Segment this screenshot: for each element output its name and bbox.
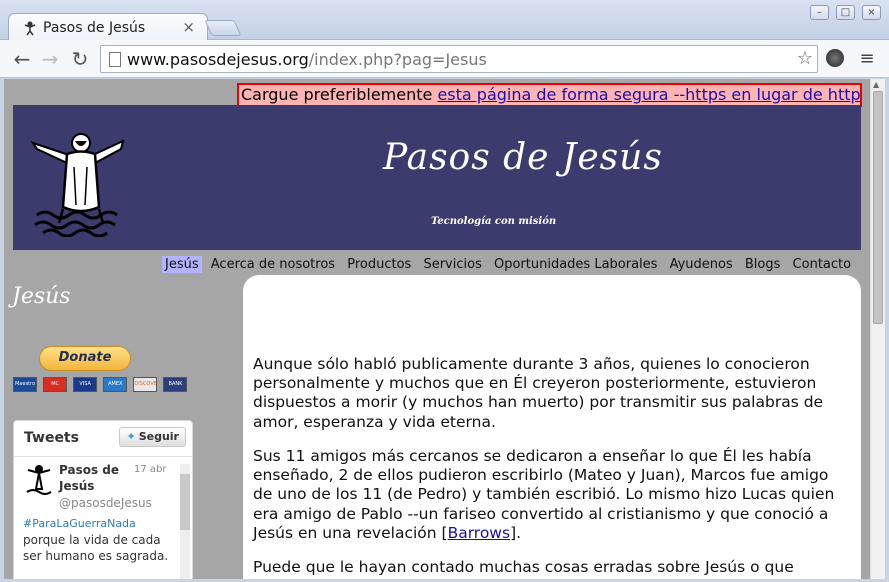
sidebar-title: Jesús (12, 284, 71, 309)
new-tab-button[interactable] (204, 20, 242, 36)
card-visa-icon: VISA (73, 377, 98, 392)
nav-item-jesus[interactable]: Jesús (162, 256, 202, 273)
forward-icon[interactable]: → (38, 47, 62, 71)
tweet-date[interactable]: 17 abr (134, 464, 167, 475)
tab-close-icon[interactable]: × (182, 18, 195, 36)
tweet-author-handle[interactable]: @pasosdeJesus (59, 496, 152, 510)
jesus-logo-icon (30, 133, 125, 237)
card-amex-icon: AMEX (103, 377, 128, 392)
paragraph-2-end: ]. (510, 523, 522, 542)
card-maestro-icon: Maestro (13, 377, 37, 392)
tweet-text: porque la vida de cada ser humano es sag… (23, 533, 169, 563)
tweet-hashtag[interactable]: #ParaLaGuerraNada (23, 517, 136, 530)
nav-item-acerca[interactable]: Acerca de nosotros (208, 256, 338, 273)
page-scrollbar-thumb[interactable] (873, 91, 883, 324)
tweet-author-name[interactable]: Pasos de Jesús (59, 462, 131, 494)
barrows-link[interactable]: Barrows (448, 524, 511, 542)
extension-icon[interactable] (826, 49, 844, 67)
tab-title: Pasos de Jesús (43, 20, 146, 36)
follow-button[interactable]: ✦ Seguir (119, 427, 186, 447)
card-discover-icon: DISCOVER (133, 377, 158, 392)
address-bar[interactable]: www.pasosdejesus.org/index.php?pag=Jesus… (100, 45, 818, 73)
back-icon[interactable]: ← (10, 47, 34, 71)
twitter-widget: Tweets ✦ Seguir Pasos de Jesús 17 abr @pa… (13, 420, 193, 579)
maximize-button[interactable]: □ (836, 5, 855, 20)
title-bar: Pasos de Jesús × – □ × (0, 0, 889, 41)
menu-icon[interactable]: ≡ (858, 48, 876, 69)
close-window-button[interactable]: × (862, 5, 881, 20)
url-path: /index.php?pag=Jesus (308, 50, 487, 69)
tweets-scrollbar[interactable] (180, 464, 190, 579)
nav-item-oportunidades[interactable]: Oportunidades Laborales (491, 256, 660, 273)
paragraph-2-text: Sus 11 amigos más cercanos se dedicaron … (253, 447, 835, 542)
donate-button[interactable]: Donate (39, 346, 131, 371)
twitter-bird-icon: ✦ (126, 430, 136, 443)
card-mastercard-icon: MC (43, 377, 68, 392)
scroll-up-icon[interactable]: ▲ (873, 80, 879, 89)
secure-notice-link[interactable]: esta página de forma segura --https en l… (437, 85, 860, 104)
nav-item-contacto[interactable]: Contacto (790, 256, 855, 273)
page-icon (109, 52, 121, 67)
tweets-header: Tweets (24, 430, 79, 446)
site-slogan: Tecnología con misión (431, 216, 557, 227)
main-content: Aunque sólo habló publicamente durante 3… (243, 275, 861, 579)
favicon-icon (24, 21, 36, 36)
tab-active[interactable]: Pasos de Jesús × (8, 13, 208, 41)
page-viewport: Cargue preferiblemente esta página de fo… (4, 79, 870, 579)
page-scrollbar[interactable]: ▲ (870, 79, 885, 579)
paragraph-1: Aunque sólo habló publicamente durante 3… (253, 355, 824, 431)
card-bank-icon: BANK (163, 377, 188, 392)
reload-icon[interactable]: ↻ (68, 47, 92, 71)
nav-item-ayudenos[interactable]: Ayudenos (667, 256, 736, 273)
follow-label: Seguir (138, 430, 179, 443)
minimize-button[interactable]: – (810, 5, 829, 20)
nav-item-servicios[interactable]: Servicios (420, 256, 484, 273)
bookmark-star-icon[interactable]: ☆ (797, 48, 813, 69)
site-title: Pasos de Jesús (383, 137, 663, 178)
nav-item-productos[interactable]: Productos (344, 256, 414, 273)
paragraph-3: Puede que le hayan contado muchas cosas … (253, 558, 794, 576)
main-nav: Jesús Acerca de nosotros Productos Servi… (162, 256, 856, 276)
url-text: www.pasosdejesus.org/index.php?pag=Jesus (127, 50, 487, 69)
avatar[interactable] (24, 463, 54, 495)
divider (14, 456, 192, 457)
paragraph-2: Sus 11 amigos más cercanos se dedicaron … (253, 447, 848, 543)
url-host: www.pasosdejesus.org (127, 50, 309, 69)
tweets-scrollbar-thumb[interactable] (180, 474, 190, 530)
secure-notice: Cargue preferiblemente esta página de fo… (237, 83, 862, 107)
payment-cards: Maestro MC VISA AMEX DISCOVER BANK (13, 377, 188, 393)
browser-toolbar: ← → ↻ www.pasosdejesus.org/index.php?pag… (0, 40, 889, 78)
nav-item-blogs[interactable]: Blogs (742, 256, 784, 273)
site-banner: Pasos de Jesús Tecnología con misión (13, 105, 861, 250)
secure-notice-text: Cargue preferiblemente (241, 85, 438, 104)
